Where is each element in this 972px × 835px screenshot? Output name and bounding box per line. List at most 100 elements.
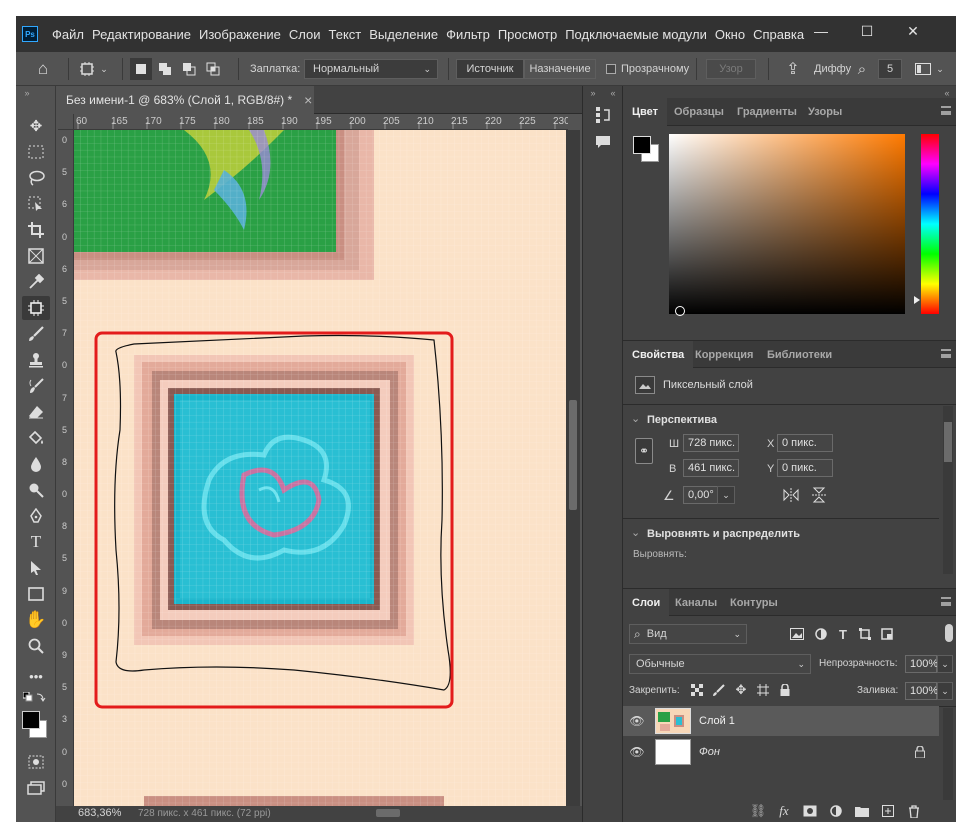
chevron-down-icon[interactable]: ⌄ <box>937 682 953 700</box>
destination-button[interactable]: Назначение <box>524 59 596 79</box>
close-tab-icon[interactable]: × <box>304 92 312 108</box>
history-panel-icon[interactable] <box>593 104 613 126</box>
menu-file[interactable]: Файл <box>48 27 88 42</box>
menu-view[interactable]: Просмотр <box>494 27 561 42</box>
stamp-tool-icon[interactable] <box>22 348 50 372</box>
paint-bucket-icon[interactable] <box>22 426 50 450</box>
collapse-icon[interactable]: « <box>941 88 953 98</box>
layers-scrollbar[interactable] <box>943 708 953 808</box>
menu-layers[interactable]: Слои <box>285 27 325 42</box>
scrollbar-thumb[interactable] <box>944 422 952 462</box>
maximize-button[interactable]: ☐ <box>844 16 890 46</box>
path-select-icon[interactable] <box>22 556 50 580</box>
workspace-icon[interactable] <box>912 59 934 79</box>
crop-tool-icon[interactable] <box>22 218 50 242</box>
filter-type-icon[interactable]: T <box>835 626 851 642</box>
menu-edit[interactable]: Редактирование <box>88 27 195 42</box>
filter-toggle-switch[interactable] <box>945 624 953 642</box>
size-stepper[interactable]: 5 <box>878 59 902 79</box>
chevron-down-icon[interactable]: ⌄ <box>98 59 110 79</box>
status-zoom[interactable]: 683,36% <box>78 807 121 819</box>
eye-icon[interactable]: 👁 <box>629 714 645 728</box>
tab-properties[interactable]: Свойства <box>623 341 694 369</box>
menu-filter[interactable]: Фильтр <box>442 27 494 42</box>
collapse-icon[interactable]: » <box>20 88 34 98</box>
search-icon[interactable]: ⌕ <box>852 58 872 80</box>
hue-slider[interactable] <box>921 134 939 314</box>
menu-plugins[interactable]: Подключаемые модули <box>561 27 711 42</box>
chevron-down-icon[interactable]: ⌄ <box>631 526 640 539</box>
home-icon[interactable]: ⌂ <box>32 59 54 79</box>
hue-slider-handle[interactable] <box>914 296 920 304</box>
flip-vertical-icon[interactable] <box>809 486 829 504</box>
filter-pixel-icon[interactable] <box>789 626 805 642</box>
layer-name[interactable]: Фон <box>699 746 720 758</box>
lock-transparent-icon[interactable] <box>689 682 705 698</box>
foreground-color-swatch[interactable] <box>22 711 40 729</box>
dodge-tool-icon[interactable] <box>22 478 50 502</box>
screen-mode-icon[interactable] <box>22 776 50 800</box>
fill-field[interactable]: 100% <box>905 682 938 700</box>
tab-color[interactable]: Цвет <box>623 98 668 126</box>
collapse-icon[interactable]: » <box>587 88 599 98</box>
transform-section-title[interactable]: Перспектива <box>647 414 717 426</box>
marquee-tool-icon[interactable] <box>22 140 50 164</box>
type-tool-icon[interactable]: T <box>22 530 50 554</box>
lock-pixels-icon[interactable] <box>711 682 727 698</box>
lock-all-icon[interactable] <box>777 682 793 698</box>
eraser-tool-icon[interactable] <box>22 400 50 424</box>
document-canvas[interactable] <box>74 130 566 806</box>
share-icon[interactable]: ⇪ <box>782 58 804 80</box>
lock-artboard-icon[interactable] <box>755 682 771 698</box>
chevron-down-icon[interactable]: ⌄ <box>717 486 735 504</box>
height-field[interactable]: 461 пикс. <box>683 459 739 477</box>
x-field[interactable]: 0 пикс. <box>777 434 833 452</box>
new-layer-icon[interactable] <box>879 803 897 819</box>
tab-swatches[interactable]: Образцы <box>665 98 733 126</box>
filter-smart-object-icon[interactable] <box>879 626 895 642</box>
y-field[interactable]: 0 пикс. <box>777 459 833 477</box>
comments-panel-icon[interactable] <box>593 132 613 152</box>
lasso-tool-icon[interactable] <box>22 166 50 190</box>
flip-horizontal-icon[interactable] <box>781 486 801 504</box>
canvas-vertical-scrollbar[interactable] <box>566 130 580 806</box>
blur-tool-icon[interactable] <box>22 452 50 476</box>
lock-position-icon[interactable]: ✥ <box>733 682 749 698</box>
blend-mode-select[interactable]: Обычные ⌄ <box>629 654 811 674</box>
more-tools-icon[interactable]: ••• <box>22 664 50 688</box>
layer-filter-select[interactable]: ⌕ Вид ⌄ <box>629 624 747 644</box>
collapse-icon[interactable]: « <box>607 88 619 98</box>
layer-row-background[interactable]: 👁 Фон <box>623 737 939 767</box>
delete-layer-icon[interactable] <box>905 803 923 819</box>
layer-row-layer1[interactable]: 👁 Слой 1 <box>623 706 939 736</box>
history-brush-icon[interactable] <box>22 374 50 398</box>
add-mask-icon[interactable] <box>801 803 819 819</box>
menu-select[interactable]: Выделение <box>365 27 442 42</box>
source-button[interactable]: Источник <box>456 59 524 79</box>
new-group-icon[interactable] <box>853 803 871 819</box>
color-picker-field[interactable] <box>669 134 905 316</box>
layer-name[interactable]: Слой 1 <box>699 715 735 727</box>
panel-menu-icon[interactable] <box>941 106 951 115</box>
properties-scrollbar[interactable] <box>943 406 953 574</box>
filter-shape-icon[interactable] <box>857 626 873 642</box>
object-select-icon[interactable] <box>22 192 50 216</box>
horizontal-scrollbar-thumb[interactable] <box>376 809 400 817</box>
move-tool-icon[interactable]: ✥ <box>22 114 50 138</box>
subtract-selection-icon[interactable] <box>178 58 200 80</box>
brush-tool-icon[interactable] <box>22 322 50 346</box>
filter-adjustment-icon[interactable] <box>813 626 829 642</box>
zoom-tool-icon[interactable] <box>22 634 50 658</box>
tab-channels[interactable]: Каналы <box>666 589 726 617</box>
minimize-button[interactable]: — <box>798 16 844 46</box>
document-tab[interactable]: Без имени-1 @ 683% (Слой 1, RGB/8#) * × <box>56 86 314 114</box>
panel-menu-icon[interactable] <box>941 349 951 358</box>
align-section-title[interactable]: Выровнять и распределить <box>647 528 800 540</box>
intersect-selection-icon[interactable] <box>202 58 224 80</box>
scrollbar-thumb[interactable] <box>569 400 577 510</box>
link-layers-icon[interactable]: ⛓ <box>749 803 767 819</box>
tab-libraries[interactable]: Библиотеки <box>758 341 841 369</box>
eyedropper-tool-icon[interactable] <box>22 270 50 294</box>
rectangle-tool-icon[interactable] <box>22 582 50 606</box>
tab-paths[interactable]: Контуры <box>721 589 787 617</box>
